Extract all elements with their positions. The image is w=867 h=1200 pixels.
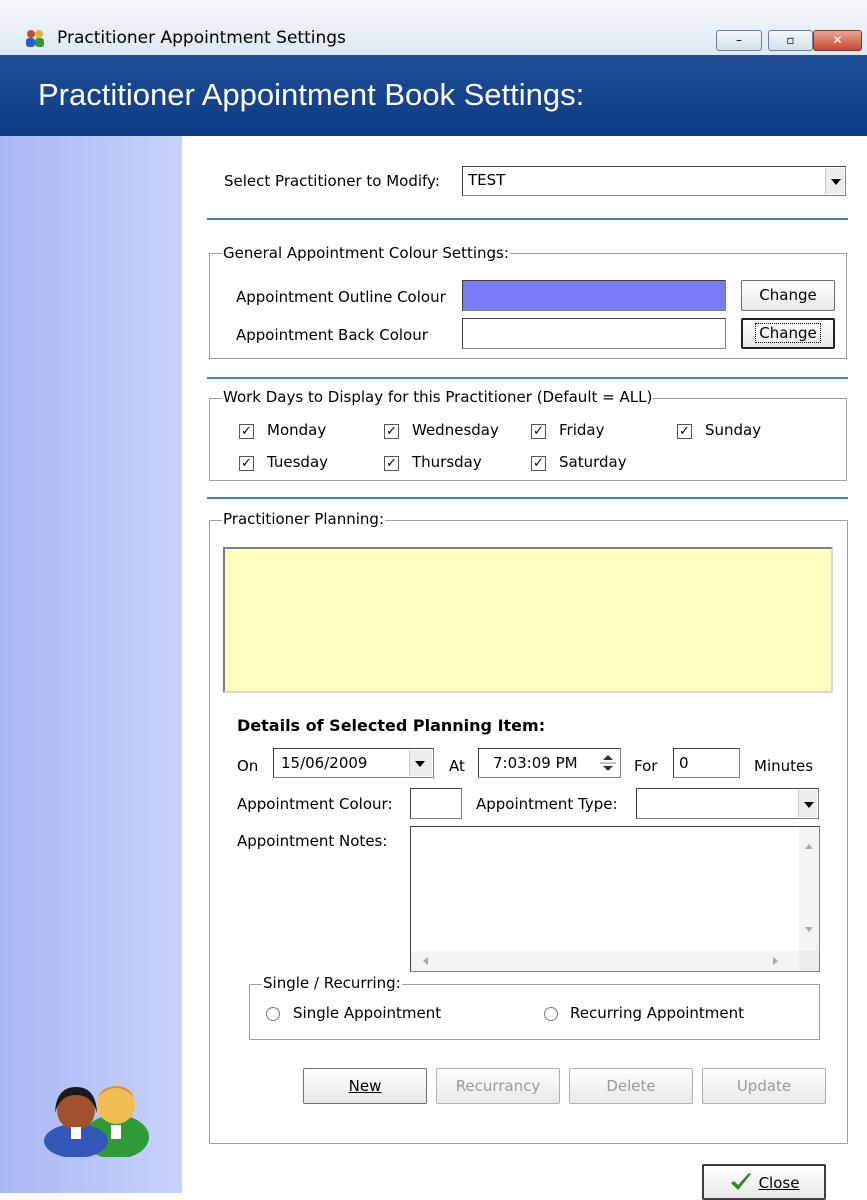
tuesday-checkbox[interactable]: ✓ [239, 456, 254, 471]
appointment-colour-label: Appointment Colour: [237, 795, 393, 813]
appointment-colour-swatch[interactable] [410, 788, 462, 819]
maximize-button[interactable]: ▫ [768, 30, 813, 51]
planning-legend: Practitioner Planning: [222, 510, 386, 528]
minimize-button[interactable]: – [716, 30, 762, 51]
vertical-scrollbar[interactable] [799, 827, 819, 953]
friday-checkbox[interactable]: ✓ [531, 424, 546, 439]
on-label: On [237, 757, 259, 775]
saturday-label: Saturday [559, 453, 627, 471]
delete-button-label: Delete [606, 1077, 656, 1095]
appointment-notes-label: Appointment Notes: [237, 832, 388, 850]
recurring-appointment-label: Recurring Appointment [570, 1004, 745, 1022]
sunday-label: Sunday [705, 421, 762, 439]
wednesday-checkbox[interactable]: ✓ [384, 424, 399, 439]
checkmark-icon [730, 1173, 751, 1190]
sunday-checkbox[interactable]: ✓ [677, 424, 692, 439]
friday-label: Friday [559, 421, 605, 439]
new-button[interactable]: New [303, 1068, 427, 1104]
horizontal-scrollbar[interactable] [411, 951, 799, 971]
details-heading: Details of Selected Planning Item: [237, 716, 546, 735]
recurrancy-button-label: Recurrancy [455, 1077, 541, 1095]
appointment-type-label: Appointment Type: [476, 795, 618, 813]
recurrancy-button[interactable]: Recurrancy [436, 1068, 560, 1104]
monday-checkbox[interactable]: ✓ [239, 424, 254, 439]
colour-settings-legend: General Appointment Colour Settings: [222, 244, 510, 262]
divider [207, 218, 848, 220]
single-recurring-legend: Single / Recurring: [262, 974, 402, 992]
single-appointment-radio[interactable] [266, 1007, 280, 1021]
appointment-notes-textarea[interactable] [410, 826, 820, 972]
minutes-value: 0 [679, 754, 689, 772]
divider [207, 377, 848, 379]
change-outline-colour-button[interactable]: Change [741, 280, 835, 311]
practitioner-label: Select Practitioner to Modify: [224, 172, 440, 190]
monday-label: Monday [267, 421, 327, 439]
appointment-type-select[interactable] [636, 788, 819, 819]
date-value: 15/06/2009 [281, 754, 368, 772]
for-label: For [634, 757, 658, 775]
chevron-down-icon[interactable] [798, 790, 817, 817]
practitioner-select[interactable]: TEST [462, 166, 846, 196]
tuesday-label: Tuesday [267, 453, 329, 471]
saturday-checkbox[interactable]: ✓ [531, 456, 546, 471]
back-colour-swatch [462, 318, 726, 349]
divider [207, 497, 848, 499]
close-button[interactable]: Close [702, 1164, 826, 1200]
thursday-checkbox[interactable]: ✓ [384, 456, 399, 471]
outline-colour-swatch [462, 280, 726, 311]
page-title: Practitioner Appointment Book Settings: [38, 77, 585, 112]
work-days-legend: Work Days to Display for this Practition… [222, 388, 654, 406]
delete-button[interactable]: Delete [569, 1068, 693, 1104]
thursday-label: Thursday [412, 453, 482, 471]
update-button-label: Update [736, 1077, 792, 1095]
close-button-label: Close [758, 1174, 800, 1192]
practitioners-icon [44, 1086, 149, 1157]
date-picker[interactable]: 15/06/2009 [273, 748, 434, 778]
time-picker[interactable]: 7:03:09 PM [478, 748, 621, 778]
single-appointment-label: Single Appointment [293, 1004, 442, 1022]
change-back-colour-button[interactable]: Change [741, 318, 835, 349]
recurring-appointment-radio[interactable] [544, 1007, 558, 1021]
at-label: At [449, 757, 465, 775]
practitioner-select-value: TEST [468, 171, 506, 189]
planning-list[interactable] [223, 547, 833, 693]
minutes-label: Minutes [754, 757, 814, 775]
sidebar-panel [0, 136, 182, 1193]
time-spinner[interactable] [598, 751, 618, 775]
scroll-corner [799, 951, 819, 971]
time-value: 7:03:09 PM [493, 754, 578, 772]
update-button[interactable]: Update [702, 1068, 826, 1104]
chevron-down-icon[interactable] [409, 750, 432, 776]
back-colour-label: Appointment Back Colour [236, 326, 428, 344]
new-button-label: New [348, 1077, 382, 1095]
minutes-input[interactable]: 0 [673, 748, 740, 778]
scroll-arrows-icon [805, 844, 813, 932]
outline-colour-label: Appointment Outline Colour [236, 288, 446, 306]
spinner-arrows-icon [600, 755, 616, 771]
chevron-down-icon[interactable] [825, 168, 844, 194]
change-back-colour-label: Change [755, 323, 821, 343]
close-window-button[interactable]: ✕ [813, 30, 862, 51]
scroll-arrows-icon [423, 957, 778, 965]
wednesday-label: Wednesday [412, 421, 499, 439]
window-title: Practitioner Appointment Settings [57, 28, 346, 48]
practitioners-app-icon [26, 30, 44, 47]
